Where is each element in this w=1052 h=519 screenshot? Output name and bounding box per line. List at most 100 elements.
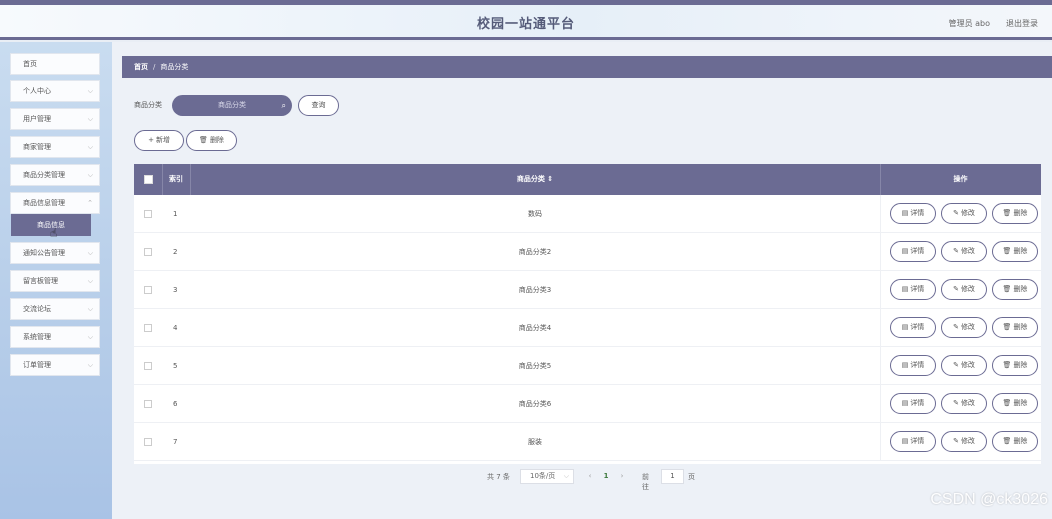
current-page-number[interactable]: 1 <box>599 469 613 484</box>
edit-button[interactable]: ✎ 修改 <box>941 279 987 300</box>
detail-button[interactable]: ▤ 详情 <box>890 317 936 338</box>
detail-label: 详情 <box>910 247 925 255</box>
pencil-icon: ✎ <box>953 323 959 331</box>
delete-button[interactable]: 🗑 删除 <box>992 355 1038 376</box>
sort-icon[interactable]: ⇕ <box>547 175 553 183</box>
row-category-name: 数码 <box>528 210 542 218</box>
hand-cursor-icon: ☝ <box>50 226 58 240</box>
delete-button[interactable]: 🗑 删除 <box>992 431 1038 452</box>
detail-label: 详情 <box>910 437 925 445</box>
sidebar-item-label: 交流论坛 <box>23 305 51 313</box>
sidebar-item-home[interactable]: 首页 <box>10 53 100 75</box>
chevron-up-icon: ⌃ <box>87 199 93 207</box>
document-icon: ▤ <box>901 209 909 217</box>
pencil-icon: ✎ <box>953 285 959 293</box>
add-button[interactable]: + 新增 <box>134 130 184 151</box>
delete-label: 删除 <box>1013 323 1028 331</box>
row-divider <box>880 347 881 385</box>
pagination-total: 共 7 条 <box>487 473 510 481</box>
breadcrumb-separator: / <box>153 63 156 71</box>
edit-button[interactable]: ✎ 修改 <box>941 317 987 338</box>
sidebar-item-label: 订单管理 <box>23 361 51 369</box>
sidebar-item-notice-management[interactable]: 通知公告管理 ⌵ <box>10 242 100 264</box>
page-suffix: 页 <box>688 473 695 481</box>
table-row: 4 商品分类4 ▤ 详情 ✎ 修改 🗑 删除 <box>134 309 1041 347</box>
row-divider <box>880 309 881 347</box>
sidebar-item-merchant-management[interactable]: 商家管理 ⌵ <box>10 136 100 158</box>
sidebar-item-category-management[interactable]: 商品分类管理 ⌵ <box>10 164 100 186</box>
page-size-value: 10条/页 <box>530 472 556 480</box>
prev-page-button[interactable]: ‹ <box>583 469 597 484</box>
detail-label: 详情 <box>910 361 925 369</box>
detail-button[interactable]: ▤ 详情 <box>890 431 936 452</box>
batch-delete-button[interactable]: 🗑 删除 <box>186 130 237 151</box>
detail-button[interactable]: ▤ 详情 <box>890 241 936 262</box>
query-button[interactable]: 查询 <box>298 95 339 116</box>
goto-page-input[interactable]: 1 <box>661 469 684 484</box>
sidebar-item-forum[interactable]: 交流论坛 ⌵ <box>10 298 100 320</box>
sidebar-item-user-management[interactable]: 用户管理 ⌵ <box>10 108 100 130</box>
delete-label: 删除 <box>1013 285 1028 293</box>
next-page-button[interactable]: › <box>615 469 629 484</box>
delete-button[interactable]: 🗑 删除 <box>992 203 1038 224</box>
row-checkbox[interactable] <box>144 362 152 370</box>
row-divider <box>880 271 881 309</box>
row-index: 5 <box>173 362 178 370</box>
trash-icon: 🗑 <box>1002 247 1012 255</box>
row-divider <box>880 423 881 461</box>
edit-button[interactable]: ✎ 修改 <box>941 203 987 224</box>
edit-button[interactable]: ✎ 修改 <box>941 431 987 452</box>
sidebar-item-system-management[interactable]: 系统管理 ⌵ <box>10 326 100 348</box>
trash-icon: 🗑 <box>1002 361 1012 369</box>
document-icon: ▤ <box>901 361 909 369</box>
delete-button[interactable]: 🗑 删除 <box>992 279 1038 300</box>
sidebar-item-product-management[interactable]: 商品信息管理 ⌃ <box>10 192 100 214</box>
row-category-name: 商品分类6 <box>518 400 552 408</box>
row-checkbox[interactable] <box>144 438 152 446</box>
row-checkbox[interactable] <box>144 286 152 294</box>
document-icon: ▤ <box>901 399 909 407</box>
delete-button[interactable]: 🗑 删除 <box>992 317 1038 338</box>
edit-button[interactable]: ✎ 修改 <box>941 393 987 414</box>
sidebar-item-order-management[interactable]: 订单管理 ⌵ <box>10 354 100 376</box>
breadcrumb-current: 商品分类 <box>160 63 189 71</box>
detail-button[interactable]: ▤ 详情 <box>890 203 936 224</box>
delete-button[interactable]: 🗑 删除 <box>992 393 1038 414</box>
trash-icon: 🗑 <box>1002 437 1012 445</box>
table-header: 索引 商品分类 ⇕ 操作 <box>134 164 1041 195</box>
header-category-label: 商品分类 <box>516 175 545 183</box>
detail-button[interactable]: ▤ 详情 <box>890 355 936 376</box>
search-input[interactable]: 商品分类 ⌕ <box>172 95 292 116</box>
row-checkbox[interactable] <box>144 210 152 218</box>
header-category[interactable]: 商品分类 ⇕ <box>190 164 880 195</box>
sidebar-item-message-board[interactable]: 留言板管理 ⌵ <box>10 270 100 292</box>
breadcrumb-home[interactable]: 首页 <box>134 63 148 71</box>
row-category-name: 商品分类4 <box>518 324 552 332</box>
detail-button[interactable]: ▤ 详情 <box>890 393 936 414</box>
detail-button[interactable]: ▤ 详情 <box>890 279 936 300</box>
sidebar-item-personal-center[interactable]: 个人中心 ⌵ <box>10 80 100 102</box>
table-row: 1 数码 ▤ 详情 ✎ 修改 🗑 删除 <box>134 195 1041 233</box>
edit-button[interactable]: ✎ 修改 <box>941 355 987 376</box>
table-row: 7 服装 ▤ 详情 ✎ 修改 🗑 删除 <box>134 423 1041 461</box>
delete-label: 删除 <box>1013 209 1028 217</box>
header-index: 索引 <box>169 175 183 183</box>
row-index: 7 <box>173 438 178 446</box>
row-checkbox[interactable] <box>144 400 152 408</box>
edit-button[interactable]: ✎ 修改 <box>941 241 987 262</box>
delete-label: 删除 <box>1013 399 1028 407</box>
page-size-select[interactable]: 10条/页 ⌵ <box>520 469 574 484</box>
row-checkbox[interactable] <box>144 324 152 332</box>
edit-label: 修改 <box>960 285 975 293</box>
detail-label: 详情 <box>910 209 925 217</box>
sidebar-item-label: 首页 <box>23 60 37 68</box>
pencil-icon: ✎ <box>953 209 959 217</box>
select-all-checkbox[interactable] <box>144 175 153 184</box>
edit-label: 修改 <box>960 209 975 217</box>
table-row: 2 商品分类2 ▤ 详情 ✎ 修改 🗑 删除 <box>134 233 1041 271</box>
row-checkbox[interactable] <box>144 248 152 256</box>
logout-link[interactable]: 退出登录 <box>1006 18 1038 29</box>
row-divider <box>880 233 881 271</box>
search-icon: ⌕ <box>281 101 286 110</box>
delete-button[interactable]: 🗑 删除 <box>992 241 1038 262</box>
